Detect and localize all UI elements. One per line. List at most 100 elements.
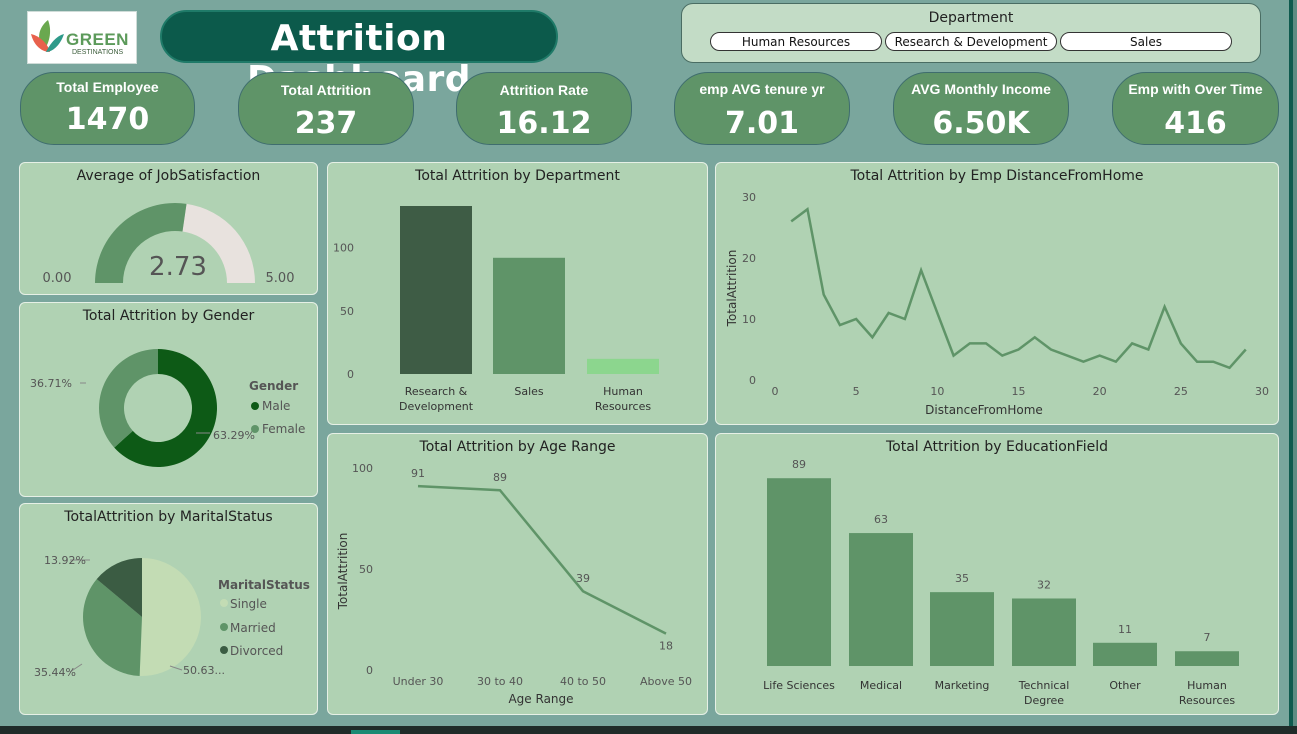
data-label: 89	[792, 458, 806, 471]
kpi-card-avg-tenure: emp AVG tenure yr 7.01	[674, 72, 850, 145]
bar-3[interactable]	[1012, 598, 1076, 666]
x-tick-label: Above 50	[640, 675, 692, 688]
legend-marker-female	[251, 425, 259, 433]
bar-1[interactable]	[493, 257, 565, 374]
y-tick-label: 0	[749, 374, 756, 387]
slicer-option-human-resources[interactable]: Human Resources	[710, 32, 882, 51]
department-slicer: Department Human Resources Research & De…	[681, 3, 1261, 63]
gauge-chart: 2.73 0.00 5.00	[43, 203, 295, 286]
kpi-card-total-employee: Total Employee 1470	[20, 72, 195, 145]
x-tick-label: Human	[603, 385, 643, 398]
x-tick-label: 0	[772, 385, 779, 398]
slice-single[interactable]	[139, 558, 201, 676]
y-tick-label: 50	[359, 563, 373, 576]
series-line[interactable]	[790, 206, 1247, 370]
kpi-card-attrition-rate: Attrition Rate 16.12	[456, 72, 632, 145]
report-canvas: GREEN DESTINATIONS Attrition Dashboard D…	[0, 0, 1293, 726]
legend-title: Gender	[249, 379, 298, 393]
slicer-label: Department	[928, 10, 1014, 26]
line-chart: DistanceFromHome TotalAttrition 0 10 20 30 0…	[725, 191, 1269, 417]
bar-5[interactable]	[1175, 651, 1239, 666]
kpi-label: AVG Monthly Income	[911, 81, 1051, 97]
y-tick-label: 100	[352, 462, 373, 475]
donut-chart: 36.71% 63.29% Gender Male Female	[30, 349, 305, 467]
data-label: 32	[1037, 578, 1051, 591]
bar-0[interactable]	[767, 478, 831, 666]
gender-panel[interactable]: Total Attrition by Gender 36.71% 63.29% …	[19, 302, 318, 497]
x-tick-label: Technical	[1018, 679, 1070, 692]
logo-text: GREEN	[66, 30, 129, 49]
x-tick-label: 30	[1255, 385, 1269, 398]
x-tick-label: 10	[930, 385, 944, 398]
slice-label-divorced: 13.92%	[44, 554, 86, 567]
page-tab-indicator[interactable]	[351, 730, 400, 734]
y-tick-label: 10	[742, 313, 756, 326]
bottom-status-bar	[0, 726, 1297, 734]
data-label: 89	[493, 471, 507, 484]
data-label: 91	[411, 467, 425, 480]
education-panel[interactable]: Total Attrition by EducationField 89 Life…	[715, 433, 1279, 715]
company-logo: GREEN DESTINATIONS	[27, 11, 137, 64]
department-panel[interactable]: Total Attrition by Department 0 50 100 Rese…	[327, 162, 708, 425]
x-tick-label: Sales	[514, 385, 544, 398]
kpi-label: Attrition Rate	[499, 82, 589, 98]
bar-0[interactable]	[400, 206, 472, 374]
x-tick-label: 15	[1012, 385, 1026, 398]
distance-panel[interactable]: Total Attrition by Emp DistanceFromHome …	[715, 162, 1279, 425]
kpi-label: emp AVG tenure yr	[699, 81, 825, 97]
marital-status-panel[interactable]: TotalAttrition by MaritalStatus 13.92% 3…	[19, 503, 318, 715]
bar-2[interactable]	[930, 592, 994, 666]
kpi-value: 7.01	[724, 106, 800, 141]
legend-label-divorced: Divorced	[230, 644, 283, 658]
x-tick-label: 20	[1093, 385, 1107, 398]
kpi-card-avg-monthly-income: AVG Monthly Income 6.50K	[893, 72, 1069, 145]
slicer-option-sales[interactable]: Sales	[1060, 32, 1232, 51]
bar-4[interactable]	[1093, 642, 1157, 666]
y-tick-label: 30	[742, 191, 756, 204]
legend-title: MaritalStatus	[218, 578, 310, 592]
bar-2[interactable]	[587, 358, 659, 374]
slice-female[interactable]	[99, 349, 158, 448]
data-label: 63	[874, 513, 888, 526]
kpi-value: 1470	[65, 102, 150, 137]
job-satisfaction-panel[interactable]: Average of JobSatisfaction 2.73 0.00 5.0…	[19, 162, 318, 295]
line-chart: Age Range TotalAttrition 0 50 100 Under 30 3…	[336, 462, 692, 706]
y-tick-label: 100	[333, 242, 354, 255]
x-tick-label: Research &	[405, 385, 468, 398]
x-tick-label: 5	[853, 385, 860, 398]
gauge-max-label: 5.00	[266, 271, 295, 286]
x-tick-label: 30 to 40	[477, 675, 523, 688]
data-label: 39	[576, 572, 590, 585]
series-line[interactable]	[417, 484, 667, 635]
kpi-value: 237	[294, 106, 358, 141]
x-tick-label: Resources	[595, 400, 651, 413]
x-axis-title: Age Range	[508, 692, 573, 706]
kpi-value: 16.12	[496, 106, 592, 141]
data-label: 18	[659, 640, 673, 653]
y-tick-label: 0	[347, 368, 354, 381]
x-tick-label: Other	[1109, 679, 1141, 692]
y-axis-title: TotalAttrition	[725, 250, 739, 328]
y-axis-title: TotalAttrition	[336, 533, 350, 611]
kpi-label: Total Employee	[56, 79, 159, 95]
dashboard-title-banner: Attrition Dashboard	[160, 10, 558, 100]
x-tick-label: Resources	[1179, 694, 1235, 707]
x-tick-label: Marketing	[935, 679, 990, 692]
slice-label-female: 36.71%	[30, 377, 72, 390]
data-label: 11	[1118, 623, 1132, 636]
legend-marker-male	[251, 402, 259, 410]
pie-chart: 13.92% 35.44% 50.63... MaritalStatus Sin…	[34, 554, 310, 679]
slice-label-single: 50.63...	[183, 664, 225, 677]
bar-1[interactable]	[849, 533, 913, 666]
kpi-value: 416	[1164, 106, 1227, 141]
age-range-panel[interactable]: Total Attrition by Age Range Age Range T…	[327, 433, 708, 715]
slice-label-married: 35.44%	[34, 666, 76, 679]
kpi-value: 6.50K	[932, 106, 1030, 141]
legend-label-single: Single	[230, 597, 267, 611]
kpi-label: Emp with Over Time	[1128, 81, 1263, 97]
bar-chart: 89 Life Sciences 63 Medical 35 Marketing 32 Tec…	[763, 458, 1239, 707]
kpi-card-overtime: Emp with Over Time 416	[1112, 72, 1279, 145]
y-tick-label: 20	[742, 252, 756, 265]
slicer-option-research-development[interactable]: Research & Development	[885, 32, 1057, 51]
x-tick-label: Medical	[860, 679, 902, 692]
